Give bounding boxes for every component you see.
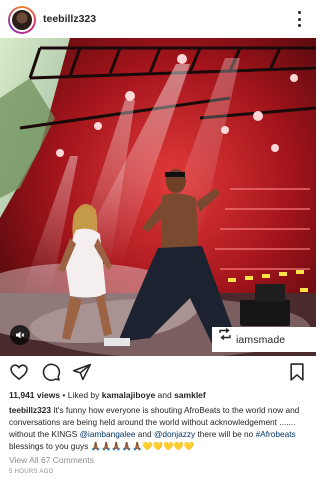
caption-emoji: 🙏🏾🙏🏾🙏🏾🙏🏾🙏🏾💛💛💛💛💛 xyxy=(90,441,194,451)
hashtag-link[interactable]: #Afrobeats xyxy=(256,429,296,439)
liked-by-and: and xyxy=(155,390,175,400)
views-and-likes: 11,941 views • Liked by kamalajiboye and… xyxy=(9,390,206,400)
post-media[interactable]: iamsmade xyxy=(0,38,316,356)
post-username[interactable]: teebillz323 xyxy=(43,13,96,25)
speaker-mute-icon xyxy=(16,331,25,339)
mention-link-1[interactable]: @iambangalee xyxy=(80,429,136,439)
more-vertical-icon[interactable] xyxy=(296,11,302,27)
save-button[interactable] xyxy=(287,362,307,382)
caption-text-3: blessings to you guys xyxy=(9,441,91,451)
post-caption: teebillz323 It's funny how everyone is s… xyxy=(9,404,309,452)
comment-icon xyxy=(42,363,61,381)
post-timestamp: 5 HOURS AGO xyxy=(9,469,54,475)
action-bar xyxy=(0,360,316,386)
repost-credit-tag[interactable]: iamsmade xyxy=(212,327,316,352)
send-icon xyxy=(72,363,92,381)
post-header: teebillz323 xyxy=(0,0,316,38)
mute-toggle-button[interactable] xyxy=(10,325,30,345)
repost-icon xyxy=(219,327,231,341)
view-all-comments-link[interactable]: View All 67 Comments xyxy=(9,455,94,465)
avatar-image xyxy=(10,8,34,32)
liked-by-user-1[interactable]: kamalajiboye xyxy=(102,390,155,400)
liked-by-user-2[interactable]: samklef xyxy=(174,390,206,400)
view-count[interactable]: 11,941 views xyxy=(9,390,60,400)
heart-icon xyxy=(10,364,28,381)
concert-stage-image xyxy=(0,38,316,356)
repost-username: iamsmade xyxy=(236,333,286,346)
caption-text-2: there will be no xyxy=(195,429,256,439)
caption-username[interactable]: teebillz323 xyxy=(9,405,51,415)
liked-by-prefix: • Liked by xyxy=(60,390,102,400)
bookmark-icon xyxy=(290,363,304,381)
mention-link-2[interactable]: @donjazzy xyxy=(154,429,195,439)
comment-button[interactable] xyxy=(41,362,61,382)
avatar[interactable] xyxy=(8,6,36,34)
caption-and: and xyxy=(135,429,154,439)
share-button[interactable] xyxy=(72,362,92,382)
like-button[interactable] xyxy=(9,362,29,382)
